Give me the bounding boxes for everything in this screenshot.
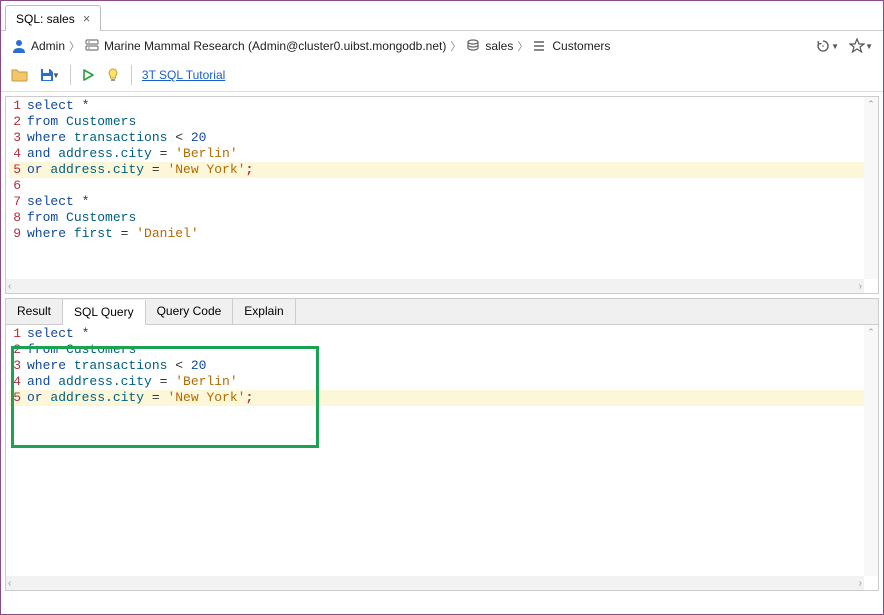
chevron-right-icon: 〉 <box>517 38 528 54</box>
chevron-right-icon: › <box>859 578 862 589</box>
breadcrumb: Admin 〉 Marine Mammal Research (Admin@cl… <box>1 31 883 61</box>
divider <box>131 65 132 85</box>
chevron-right-icon: 〉 <box>450 38 461 54</box>
line-number: 9 <box>9 226 21 242</box>
code-content: and address.city = 'Berlin' <box>27 374 238 390</box>
code-line[interactable]: 1 select * <box>9 98 875 114</box>
history-icon[interactable] <box>815 38 831 54</box>
chevron-right-icon: 〉 <box>69 38 80 54</box>
code-content: or address.city = 'New York'; <box>27 162 253 178</box>
line-number: 6 <box>9 178 21 194</box>
code-content: from Customers <box>27 342 136 358</box>
user-icon <box>11 38 27 54</box>
line-number: 8 <box>9 210 21 226</box>
database-icon <box>465 38 481 54</box>
code-content: select * <box>27 326 89 342</box>
chevron-up-icon: ⌃ <box>867 99 875 110</box>
tab-query-code[interactable]: Query Code <box>146 299 234 324</box>
line-number: 1 <box>9 326 21 342</box>
sql-editor[interactable]: 1 select * 2 from Customers 3 where transacti… <box>6 97 878 279</box>
code-line[interactable]: 8 from Customers <box>9 210 875 226</box>
code-line[interactable]: 2 from Customers <box>9 114 875 130</box>
tab-sql-sales[interactable]: SQL: sales × <box>5 5 101 31</box>
line-number: 2 <box>9 114 21 130</box>
breadcrumb-collection[interactable]: Customers <box>552 39 610 53</box>
tab-label: SQL: sales <box>16 12 75 26</box>
server-icon <box>84 38 100 54</box>
breadcrumb-database[interactable]: sales <box>485 39 513 53</box>
code-line[interactable]: 7 select * <box>9 194 875 210</box>
tab-result[interactable]: Result <box>6 299 63 324</box>
scrollbar-horizontal[interactable]: ‹› <box>6 576 864 590</box>
line-number: 2 <box>9 342 21 358</box>
divider <box>70 65 71 85</box>
line-number: 4 <box>9 146 21 162</box>
scrollbar-vertical[interactable]: ⌃ <box>864 325 878 576</box>
code-content: where transactions < 20 <box>27 130 206 146</box>
toolbar: ▼ 3T SQL Tutorial <box>1 61 883 92</box>
close-icon[interactable]: × <box>83 11 91 26</box>
lightbulb-icon[interactable] <box>105 67 121 83</box>
chevron-down-icon: ▼ <box>52 71 60 80</box>
window: SQL: sales × Admin 〉 Marine Mammal Resea… <box>0 0 884 615</box>
code-content: from Customers <box>27 114 136 130</box>
code-line[interactable]: 3 where transactions < 20 <box>9 358 875 374</box>
code-content: where first = 'Daniel' <box>27 226 199 242</box>
code-line[interactable]: 9 where first = 'Daniel' <box>9 226 875 242</box>
tab-explain[interactable]: Explain <box>233 299 295 324</box>
chevron-up-icon: ⌃ <box>867 327 875 338</box>
code-line[interactable]: 4 and address.city = 'Berlin' <box>9 146 875 162</box>
result-sql-view[interactable]: 1 select * 2 from Customers 3 where transacti… <box>6 325 878 576</box>
code-content: from Customers <box>27 210 136 226</box>
code-content: select * <box>27 98 89 114</box>
results-tabs: Result SQL Query Query Code Explain <box>6 299 878 325</box>
breadcrumb-connection[interactable]: Marine Mammal Research (Admin@cluster0.u… <box>104 39 446 53</box>
code-line[interactable]: 1 select * <box>9 326 875 342</box>
code-content: select * <box>27 194 89 210</box>
scrollbar-horizontal[interactable]: ‹› <box>6 279 864 293</box>
tab-bar: SQL: sales × <box>1 1 883 31</box>
scrollbar-vertical[interactable]: ⌃ <box>864 97 878 279</box>
breadcrumb-user[interactable]: Admin <box>31 39 65 53</box>
line-number: 1 <box>9 98 21 114</box>
code-content: and address.city = 'Berlin' <box>27 146 238 162</box>
open-folder-icon[interactable] <box>11 67 29 83</box>
run-icon[interactable] <box>81 68 95 82</box>
chevron-left-icon: ‹ <box>8 578 11 589</box>
chevron-down-icon[interactable]: ▼ <box>865 42 873 51</box>
code-line[interactable]: 5 or address.city = 'New York'; <box>9 390 875 406</box>
results-body: 1 select * 2 from Customers 3 where transacti… <box>6 325 878 590</box>
line-number: 3 <box>9 130 21 146</box>
line-number: 4 <box>9 374 21 390</box>
chevron-left-icon: ‹ <box>8 281 11 292</box>
line-number: 7 <box>9 194 21 210</box>
tab-sql-query[interactable]: SQL Query <box>63 300 146 325</box>
chevron-down-icon[interactable]: ▼ <box>831 42 839 51</box>
code-line[interactable]: 3 where transactions < 20 <box>9 130 875 146</box>
code-line[interactable]: 2 from Customers <box>9 342 875 358</box>
code-line[interactable]: 4 and address.city = 'Berlin' <box>9 374 875 390</box>
chevron-right-icon: › <box>859 281 862 292</box>
results-panel: Result SQL Query Query Code Explain 1 sel… <box>5 298 879 591</box>
star-icon[interactable] <box>849 38 865 54</box>
line-number: 5 <box>9 390 21 406</box>
tutorial-link[interactable]: 3T SQL Tutorial <box>142 68 225 82</box>
collection-icon <box>532 38 548 54</box>
code-line[interactable]: 5 or address.city = 'New York'; <box>9 162 875 178</box>
line-number: 5 <box>9 162 21 178</box>
sql-editor-panel: 1 select * 2 from Customers 3 where transacti… <box>5 96 879 294</box>
code-content: where transactions < 20 <box>27 358 206 374</box>
line-number: 3 <box>9 358 21 374</box>
code-content: or address.city = 'New York'; <box>27 390 253 406</box>
code-line[interactable]: 6 <box>9 178 875 194</box>
save-button[interactable]: ▼ <box>39 67 60 83</box>
